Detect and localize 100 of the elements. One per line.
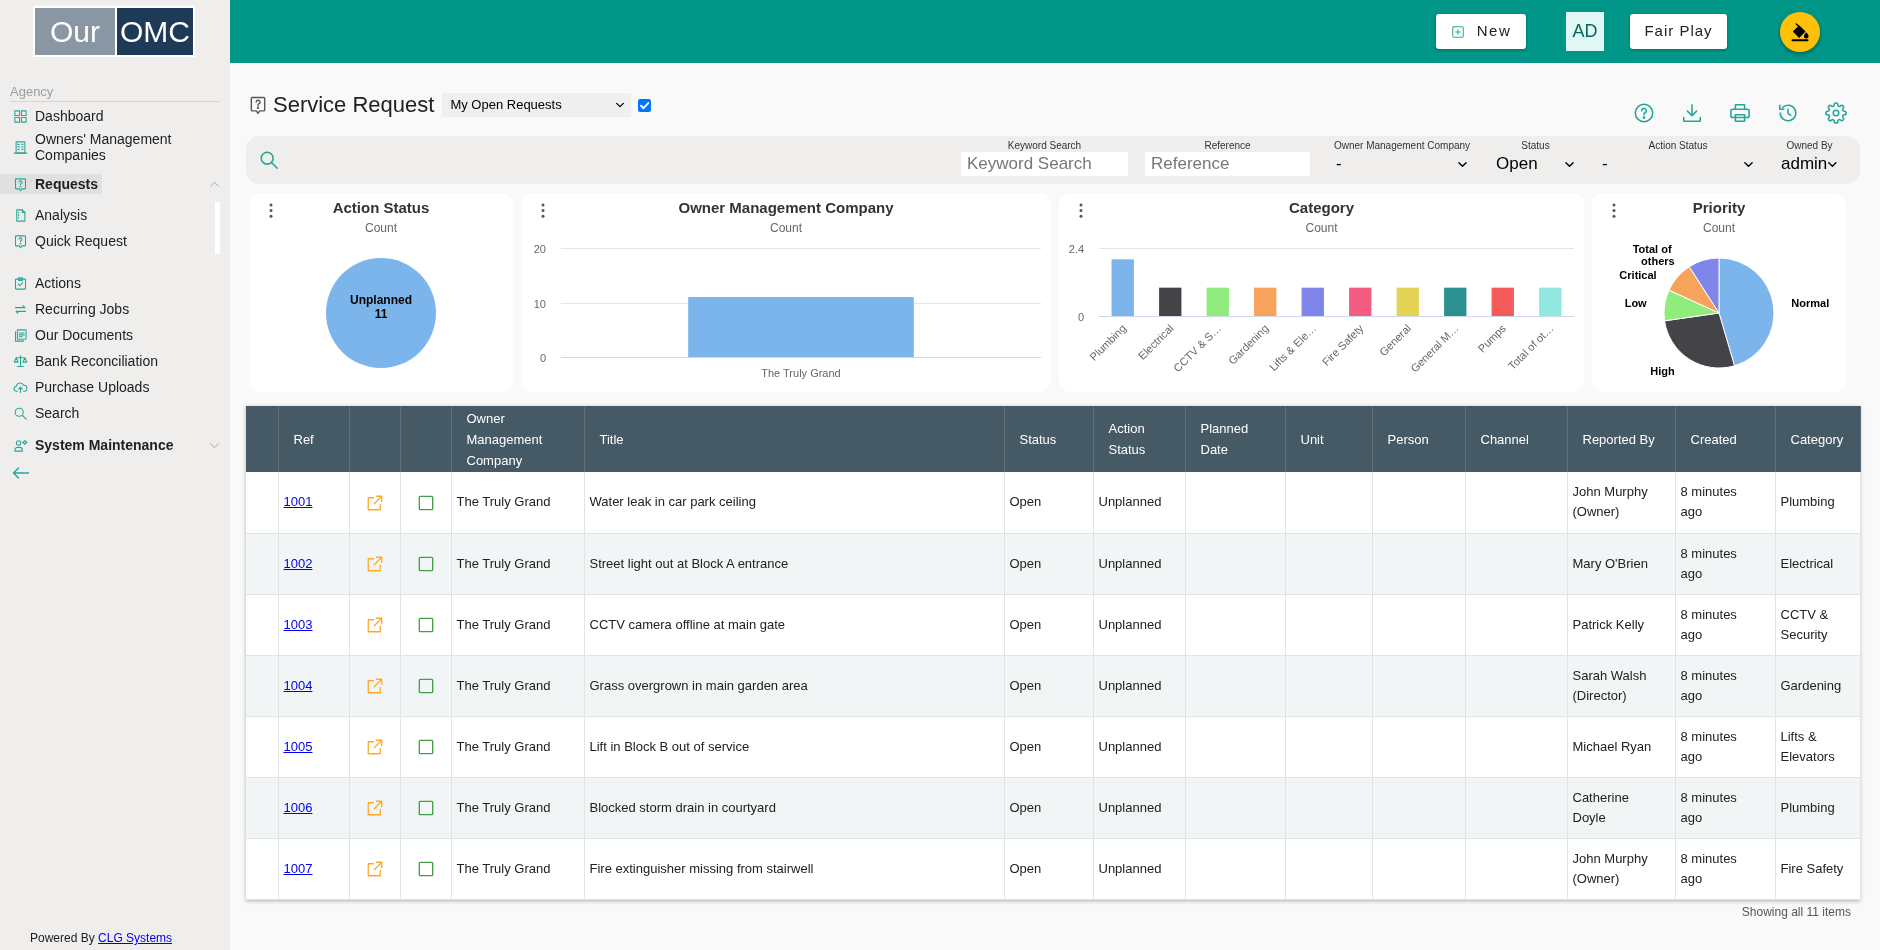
history-icon[interactable] [1777, 102, 1799, 124]
settings-icon[interactable] [1825, 102, 1847, 124]
new-button[interactable]: New [1436, 14, 1526, 49]
data-label: Unplanned [350, 293, 412, 307]
table-cell: Fire extinguisher missing from stairwell [584, 838, 1004, 899]
sidebar-item[interactable]: Requests [0, 174, 103, 194]
view-select[interactable]: My Open Requests [442, 93, 632, 117]
kebab-menu-icon[interactable] [1612, 203, 1616, 218]
sidebar-item[interactable]: Purchase Uploads [0, 377, 154, 397]
sidebar-item[interactable]: Analysis [0, 205, 92, 225]
kebab-menu-icon[interactable] [541, 203, 545, 218]
external-link-icon[interactable] [365, 616, 384, 635]
ref-link[interactable]: 1003 [283, 616, 313, 632]
filter-select[interactable]: Open [1494, 152, 1577, 176]
sidebar-item[interactable]: Actions [0, 273, 85, 293]
sidebar-item[interactable]: Dashboard [0, 106, 108, 126]
axis-label: 0 [1077, 310, 1084, 323]
sidebar-item[interactable]: System Maintenance [0, 435, 178, 455]
row-checkbox[interactable] [417, 861, 434, 878]
kebab-menu-icon[interactable] [1079, 203, 1083, 218]
table-cell: Unplanned [1093, 716, 1185, 777]
table-cell: Unplanned [1093, 838, 1185, 899]
row-checkbox[interactable] [417, 556, 434, 573]
sidebar-item[interactable]: Our Documents [0, 325, 138, 345]
row-checkbox[interactable] [417, 739, 434, 756]
chart-title: Priority [1692, 199, 1746, 217]
table-cell: Open [1004, 838, 1093, 899]
chart-subtitle: Count [1703, 221, 1735, 235]
sidebar-item[interactable]: Recurring Jobs [0, 299, 134, 319]
chart-bar [1396, 287, 1419, 316]
table-cell: 8 minutes ago [1675, 716, 1775, 777]
filter-select[interactable]: - [1334, 152, 1470, 176]
search-icon[interactable] [258, 149, 280, 171]
table-cell: John Murphy (Owner) [1567, 472, 1675, 533]
filter-label: Reference [1204, 140, 1251, 152]
external-link-icon[interactable] [365, 493, 384, 512]
chart-title: Owner Management Company [678, 199, 894, 217]
table-cell: Open [1004, 533, 1093, 594]
ref-link[interactable]: 1001 [283, 494, 313, 510]
grid-icon [13, 108, 28, 124]
data-value: 11 [374, 307, 388, 321]
table-cell: Fire Safety [1775, 838, 1860, 899]
printer-icon[interactable] [1729, 102, 1751, 124]
kebab-menu-icon[interactable] [269, 203, 273, 218]
table-cell: 8 minutes ago [1675, 472, 1775, 533]
table-cell: The Truly Grand [451, 777, 584, 838]
data-label: Low [1624, 297, 1647, 310]
user-avatar[interactable]: AD [1566, 12, 1604, 51]
sidebar-item[interactable]: Bank Reconciliation [0, 351, 162, 371]
document-icon [13, 207, 28, 223]
view-checkbox[interactable] [638, 98, 652, 112]
chevron-down-icon [615, 100, 626, 110]
filter-select[interactable]: admin [1779, 152, 1840, 176]
download-icon[interactable] [1681, 102, 1703, 124]
table-cell: Unplanned [1093, 594, 1185, 655]
sidebar-item[interactable]: Quick Request [0, 231, 131, 251]
help-icon[interactable] [1633, 102, 1655, 124]
table-cell: Unplanned [1093, 655, 1185, 716]
table-cell: Blocked storm drain in courtyard [584, 777, 1004, 838]
logo-text: Our [35, 8, 115, 55]
axis-label: 0 [539, 351, 546, 364]
ref-link[interactable]: 1007 [283, 860, 313, 876]
table-cell: The Truly Grand [451, 472, 584, 533]
filter-input[interactable]: Reference [1145, 152, 1310, 176]
external-link-icon[interactable] [365, 860, 384, 879]
ref-link[interactable]: 1004 [283, 677, 313, 693]
table-cell: Unplanned [1093, 533, 1185, 594]
chart-bar [1111, 259, 1134, 316]
external-link-icon[interactable] [365, 677, 384, 696]
footer-link[interactable]: CLG Systems [98, 931, 173, 945]
table-cell: Open [1004, 655, 1093, 716]
chart-bar [1444, 287, 1467, 316]
external-link-icon[interactable] [365, 799, 384, 818]
account-button[interactable]: Fair Play [1630, 14, 1727, 49]
sidebar-item[interactable]: Owners' Management Companies [0, 129, 189, 165]
axis-label: 10 [533, 297, 546, 310]
row-checkbox[interactable] [417, 800, 434, 817]
sidebar-item[interactable]: Search [0, 403, 84, 423]
documents-icon [13, 327, 28, 343]
data-label: Normal [1791, 297, 1830, 310]
item-count: Showing all 11 items [1741, 904, 1851, 919]
building-icon [13, 139, 28, 155]
filter-input[interactable]: Keyword Search [961, 152, 1128, 176]
paint-bucket-icon[interactable] [1780, 11, 1820, 52]
filter-label: Owner Management Company [1333, 140, 1471, 152]
table-cell: John Murphy (Owner) [1567, 838, 1675, 899]
table-cell: 8 minutes ago [1675, 655, 1775, 716]
ref-link[interactable]: 1005 [283, 738, 313, 754]
table-cell: Grass overgrown in main garden area [584, 655, 1004, 716]
ref-link[interactable]: 1006 [283, 799, 313, 815]
external-link-icon[interactable] [365, 738, 384, 757]
filter-select[interactable]: - [1600, 152, 1756, 176]
row-checkbox[interactable] [417, 617, 434, 634]
external-link-icon[interactable] [365, 555, 384, 574]
table-cell: The Truly Grand [451, 716, 584, 777]
chart-bar [1159, 287, 1182, 316]
row-checkbox[interactable] [417, 494, 434, 511]
row-checkbox[interactable] [417, 678, 434, 695]
balance-scale-icon [13, 353, 28, 369]
ref-link[interactable]: 1002 [283, 555, 313, 571]
